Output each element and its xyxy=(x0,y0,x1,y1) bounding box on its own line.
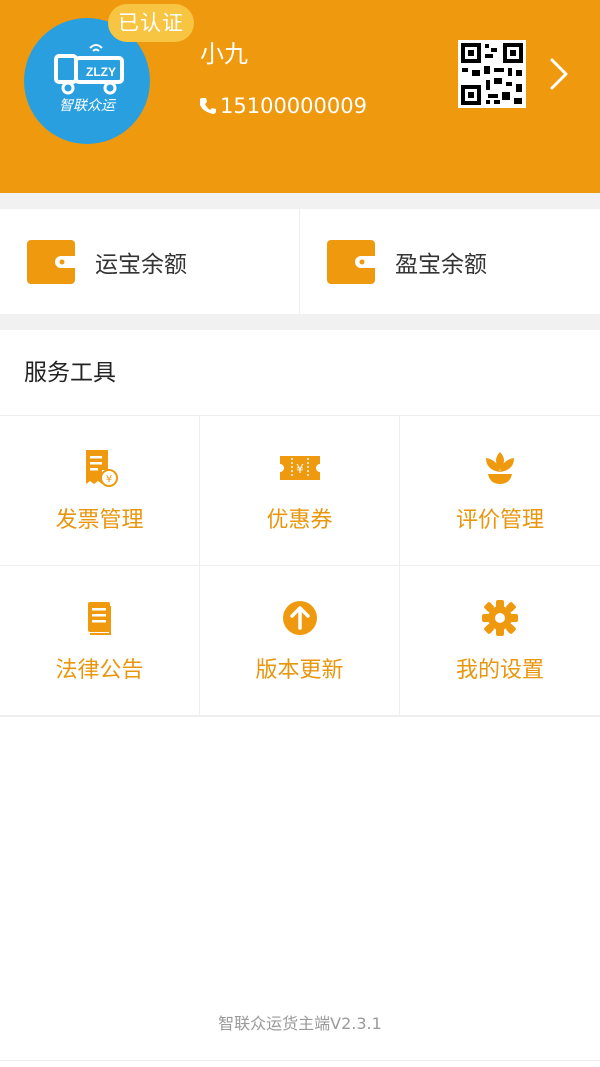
tool-review[interactable]: 评价管理 xyxy=(400,416,600,566)
balance-label: 盈宝余额 xyxy=(395,251,487,278)
tool-invoice[interactable]: ¥ 发票管理 xyxy=(0,416,200,566)
coupon-icon: ¥ xyxy=(279,456,320,480)
svg-text:ZLZY: ZLZY xyxy=(86,65,116,79)
verified-badge: 已认证 xyxy=(108,4,194,42)
balance-label: 运宝余额 xyxy=(95,251,187,278)
phone-row: 15100000009 xyxy=(200,94,367,118)
profile-header[interactable]: ZLZY 智联众运 已认证 小九 15100000009 xyxy=(0,0,600,193)
version-footer: 智联众运货主端V2.3.1 xyxy=(218,1014,382,1033)
document-icon xyxy=(87,602,111,635)
tool-label: 发票管理 xyxy=(55,508,144,533)
tool-label: 法律公告 xyxy=(55,658,144,683)
phone-number: 15100000009 xyxy=(220,94,367,118)
gear-icon xyxy=(482,600,518,636)
qr-code-icon[interactable] xyxy=(458,40,526,108)
invoice-icon: ¥ xyxy=(85,450,118,487)
svg-text:¥: ¥ xyxy=(296,462,304,476)
chevron-right-icon[interactable] xyxy=(548,56,572,92)
phone-icon xyxy=(200,98,216,114)
balance-item-yingbao[interactable]: 盈宝余额 xyxy=(300,209,600,314)
wallet-icon xyxy=(327,239,375,284)
flower-icon xyxy=(486,452,514,484)
divider-band xyxy=(0,193,600,209)
avatar-logo-text: 智联众运 xyxy=(59,98,117,114)
tool-label: 版本更新 xyxy=(255,658,344,683)
wallet-icon xyxy=(27,239,75,284)
tool-version-update[interactable]: 版本更新 xyxy=(200,566,400,716)
svg-text:¥: ¥ xyxy=(105,474,111,485)
tool-coupon[interactable]: ¥ 优惠券 xyxy=(200,416,400,566)
balance-item-yunbao[interactable]: 运宝余额 xyxy=(0,209,300,314)
tools-grid: ¥ 发票管理 ¥ 优惠券 评价管理 法律公告 版本更新 我的设置 xyxy=(0,416,600,717)
divider xyxy=(0,1060,600,1061)
divider-band xyxy=(0,314,600,330)
upload-arrow-icon xyxy=(282,601,317,635)
user-name: 小九 xyxy=(200,40,248,68)
section-title: 服务工具 xyxy=(0,330,600,416)
tool-label: 我的设置 xyxy=(455,658,544,683)
balance-row: 运宝余额 盈宝余额 xyxy=(0,209,600,314)
tool-legal-notice[interactable]: 法律公告 xyxy=(0,566,200,716)
tool-label: 优惠券 xyxy=(266,508,333,533)
tool-label: 评价管理 xyxy=(455,508,544,533)
tool-settings[interactable]: 我的设置 xyxy=(400,566,600,716)
